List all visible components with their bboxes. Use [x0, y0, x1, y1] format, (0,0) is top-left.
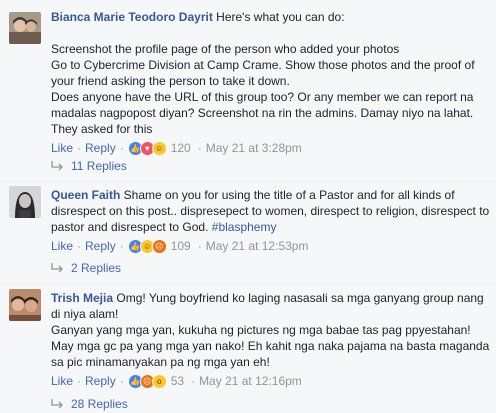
comment-first-line: Omg! Yung boyfriend ko laging nasasali s…	[51, 291, 488, 321]
like-link[interactable]: Like	[51, 140, 73, 156]
separator-dot: ·	[191, 374, 196, 388]
comment-text: Queen Faith Shame on you for using the t…	[51, 187, 490, 235]
reply-arrow-icon	[51, 263, 63, 273]
comment-author[interactable]: Queen Faith	[51, 188, 120, 202]
replies-count[interactable]: 11 Replies	[71, 159, 127, 173]
view-replies-link[interactable]: 11 Replies	[51, 157, 127, 175]
reactions[interactable]: 👍 ☹ o	[127, 373, 167, 389]
view-replies-link[interactable]: 2 Replies	[51, 259, 121, 277]
replies-count[interactable]: 2 Replies	[71, 261, 121, 275]
replies-count[interactable]: 28 Replies	[71, 397, 128, 411]
view-replies-link[interactable]: 28 Replies	[51, 395, 128, 413]
reaction-count[interactable]: 109	[171, 238, 191, 254]
divider	[0, 181, 496, 182]
haha-icon: ☺	[151, 140, 167, 156]
like-link[interactable]: Like	[51, 238, 73, 254]
comment-timestamp[interactable]: May 21 at 3:28pm	[206, 140, 302, 156]
comment-timestamp[interactable]: May 21 at 12:16pm	[199, 373, 302, 389]
reply-link[interactable]: Reply	[85, 140, 116, 156]
separator-dot: ·	[119, 239, 124, 253]
reaction-count[interactable]: 53	[171, 373, 184, 389]
like-link[interactable]: Like	[51, 373, 73, 389]
comment-author[interactable]: Bianca Marie Teodoro Dayrit	[51, 10, 213, 24]
comment-text: Bianca Marie Teodoro Dayrit Here's what …	[51, 9, 490, 25]
reply-link[interactable]: Reply	[85, 373, 116, 389]
angry-icon: ☹	[151, 238, 167, 254]
comment-actions: Like · Reply · 👍 ☺ ☹ 109 · May 21 at 12:…	[51, 237, 490, 255]
separator-dot: ·	[77, 141, 82, 155]
reaction-count[interactable]: 120	[171, 140, 191, 156]
reply-link[interactable]: Reply	[85, 238, 116, 254]
comment-body: Ganyan yang mga yan, kukuha ng pictures …	[51, 323, 493, 369]
comment-author[interactable]: Trish Mejia	[51, 291, 113, 305]
avatar[interactable]	[9, 186, 41, 218]
comment-first-line: Here's what you can do:	[212, 10, 345, 24]
divider	[0, 283, 496, 284]
reply-arrow-icon	[51, 161, 63, 171]
separator-dot: ·	[119, 374, 124, 388]
separator-dot: ·	[197, 239, 202, 253]
separator-dot: ·	[197, 141, 202, 155]
comment-actions: Like · Reply · 👍 ☹ o 53 · May 21 at 12:1…	[51, 372, 490, 390]
reactions[interactable]: 👍 ♥ ☺	[127, 140, 167, 156]
comment-text: Trish Mejia Omg! Yung boyfriend ko lagin…	[51, 290, 490, 322]
comment-timestamp[interactable]: May 21 at 12:53pm	[206, 238, 309, 254]
avatar[interactable]	[9, 289, 41, 321]
separator-dot: ·	[77, 374, 82, 388]
separator-dot: ·	[119, 141, 124, 155]
separator-dot: ·	[77, 239, 82, 253]
wow-icon: o	[151, 373, 167, 389]
comment-actions: Like · Reply · 👍 ♥ ☺ 120 · May 21 at 3:2…	[51, 139, 490, 157]
avatar[interactable]	[9, 12, 41, 44]
reply-arrow-icon	[51, 399, 63, 409]
comment-body: Screenshot the profile page of the perso…	[51, 42, 475, 136]
reactions[interactable]: 👍 ☺ ☹	[127, 238, 167, 254]
hashtag-link[interactable]: #blasphemy	[212, 220, 277, 234]
